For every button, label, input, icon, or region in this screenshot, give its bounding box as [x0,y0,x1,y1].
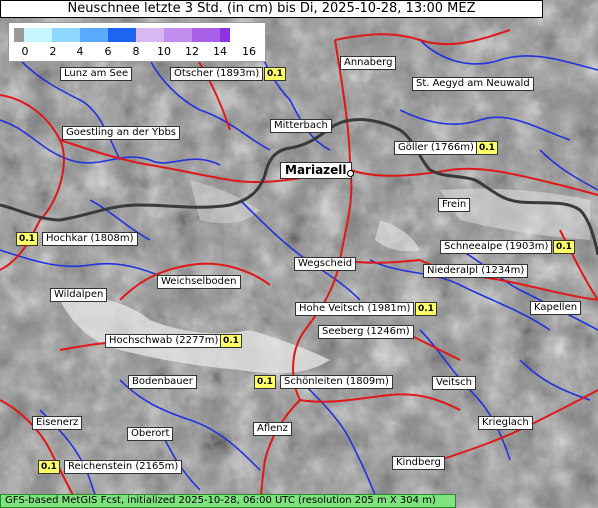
place-label[interactable]: Mitterbach [270,119,332,133]
snow-value-badge: 0.1 [476,141,498,155]
legend-tick: 2 [49,45,57,58]
snow-value-badge: 0.1 [553,240,575,254]
place-label[interactable]: Hochkar (1808m) [42,232,138,246]
legend-swatch [164,28,192,42]
legend-tick: 0 [21,45,29,58]
legend-swatch [192,28,220,42]
place-label[interactable]: Frein [438,198,471,212]
snow-value-badge: 0.1 [38,460,60,474]
place-label[interactable]: Oberort [127,427,174,441]
town-marker [347,170,354,177]
place-label[interactable]: Goestling an der Ybbs [62,126,181,140]
snow-legend: 0 2 4 6 8 10 12 14 16 [8,22,266,62]
place-label[interactable]: Hohe Veitsch (1981m) [295,302,415,316]
place-label[interactable]: Krieglach [478,416,533,430]
legend-swatch [80,28,108,42]
legend-tick: 12 [185,45,199,58]
place-label[interactable]: Göller (1766m) [394,141,478,155]
legend-tick: 16 [242,45,256,58]
place-label[interactable]: Veitsch [432,376,476,390]
legend-swatch [108,28,136,42]
legend-color-bar [14,28,230,42]
place-label[interactable]: Reichenstein (2165m) [64,460,183,474]
legend-tick: 10 [157,45,171,58]
place-label[interactable]: Seeberg (1246m) [318,325,414,339]
place-label[interactable]: Niederalpl (1234m) [423,264,529,278]
place-label[interactable]: Hochschwab (2277m) [105,334,223,348]
place-label[interactable]: Kapellen [530,301,582,315]
legend-swatch [24,28,52,42]
place-label-main[interactable]: Mariazell [280,162,352,179]
place-label[interactable]: Aflenz [253,422,292,436]
snow-value-badge: 0.1 [254,375,276,389]
place-label[interactable]: Bodenbauer [128,375,197,389]
legend-swatch [136,28,164,42]
place-label[interactable]: Ötscher (1893m) [170,67,264,81]
model-info-footer: GFS-based MetGIS Fcst, initialized 2025-… [0,494,456,508]
legend-tick: 6 [104,45,112,58]
place-label[interactable]: Lunz am See [60,67,133,81]
snow-map: Neuschnee letzte 3 Std. (in cm) bis Di, … [0,0,598,508]
place-label[interactable]: Kindberg [392,456,445,470]
legend-tick: 14 [213,45,227,58]
legend-tick: 4 [76,45,84,58]
place-label[interactable]: Schönleiten (1809m) [280,375,393,389]
legend-swatch [14,28,24,42]
place-label[interactable]: Wildalpen [50,288,108,302]
legend-tick: 8 [132,45,140,58]
place-label[interactable]: Wegscheid [294,257,357,271]
legend-swatch [220,28,230,42]
legend-swatch [52,28,80,42]
snow-value-badge: 0.1 [220,334,242,348]
map-title: Neuschnee letzte 3 Std. (in cm) bis Di, … [0,0,543,18]
place-label[interactable]: Weichselboden [157,275,241,289]
place-label[interactable]: Annaberg [340,56,397,70]
snow-value-badge: 0.1 [16,232,38,246]
place-label[interactable]: Schneealpe (1903m) [440,240,553,254]
snow-value-badge: 0.1 [415,302,437,316]
place-label[interactable]: Eisenerz [32,416,83,430]
place-label[interactable]: St. Aegyd am Neuwald [412,77,534,91]
snow-value-badge: 0.1 [264,67,286,81]
